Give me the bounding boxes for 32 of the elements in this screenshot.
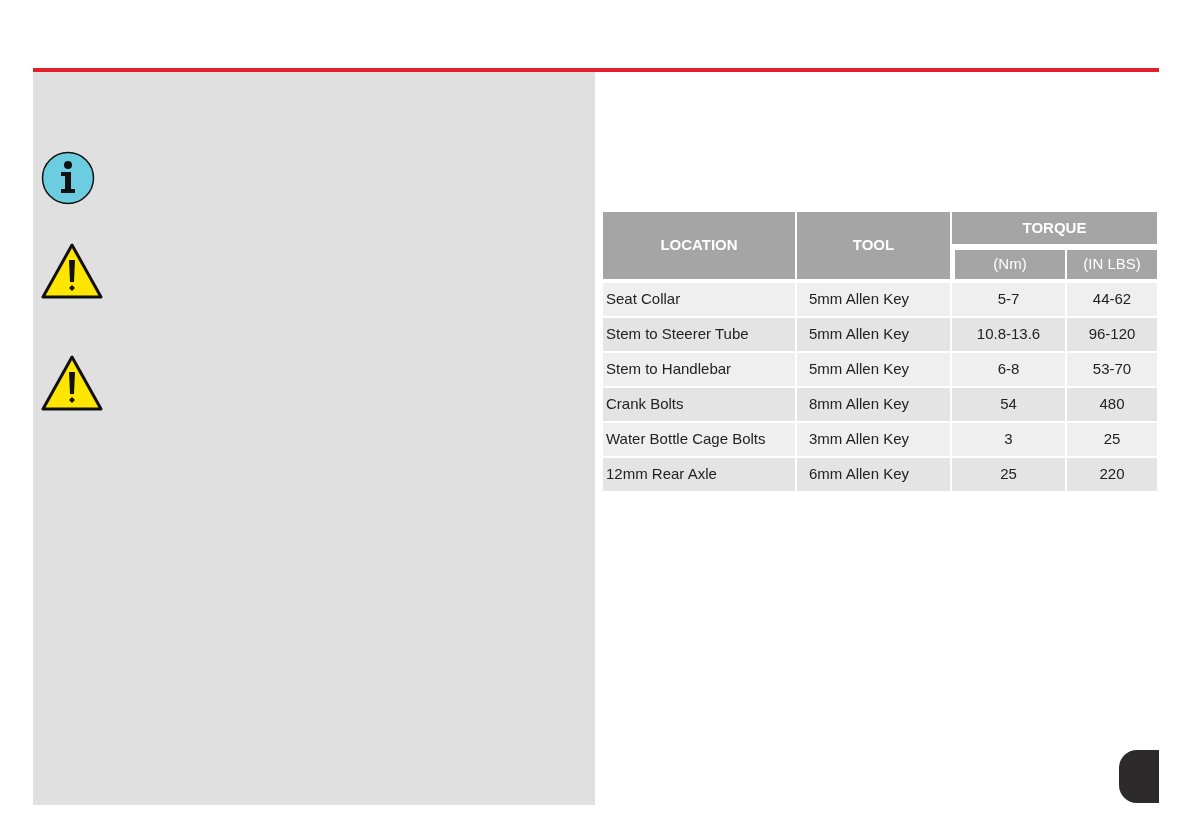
table-cell: Seat Collar <box>603 283 795 316</box>
warning-icon <box>41 242 103 300</box>
table-cell: 8mm Allen Key <box>797 388 950 421</box>
table-cell: 3mm Allen Key <box>797 423 950 456</box>
table-cell: 12mm Rear Axle <box>603 458 795 491</box>
table-cell: 220 <box>1067 458 1157 491</box>
table-cell: 54 <box>952 388 1065 421</box>
column-header: TORQUE <box>952 212 1157 244</box>
table-cell: 96-120 <box>1067 318 1157 351</box>
table-cell: 5mm Allen Key <box>797 353 950 386</box>
column-header: LOCATION <box>603 212 795 279</box>
table-cell: 44-62 <box>1067 283 1157 316</box>
table-cell: 5mm Allen Key <box>797 318 950 351</box>
table-cell: 3 <box>952 423 1065 456</box>
table-cell: Crank Bolts <box>603 388 795 421</box>
table-cell: Stem to Handlebar <box>603 353 795 386</box>
table-cell: Stem to Steerer Tube <box>603 318 795 351</box>
column-header: (IN LBS) <box>1067 250 1157 279</box>
table-cell: 480 <box>1067 388 1157 421</box>
table-cell: 5-7 <box>952 283 1065 316</box>
table-cell: 25 <box>952 458 1065 491</box>
table-cell: 6-8 <box>952 353 1065 386</box>
info-icon <box>41 151 95 205</box>
table-cell: 53-70 <box>1067 353 1157 386</box>
table-cell: 10.8-13.6 <box>952 318 1065 351</box>
table-cell: 5mm Allen Key <box>797 283 950 316</box>
column-header: (Nm) <box>955 250 1065 279</box>
table-cell: Water Bottle Cage Bolts <box>603 423 795 456</box>
warning-icon <box>41 354 103 412</box>
column-header: TOOL <box>797 212 950 279</box>
table-cell: 25 <box>1067 423 1157 456</box>
table-cell: 6mm Allen Key <box>797 458 950 491</box>
